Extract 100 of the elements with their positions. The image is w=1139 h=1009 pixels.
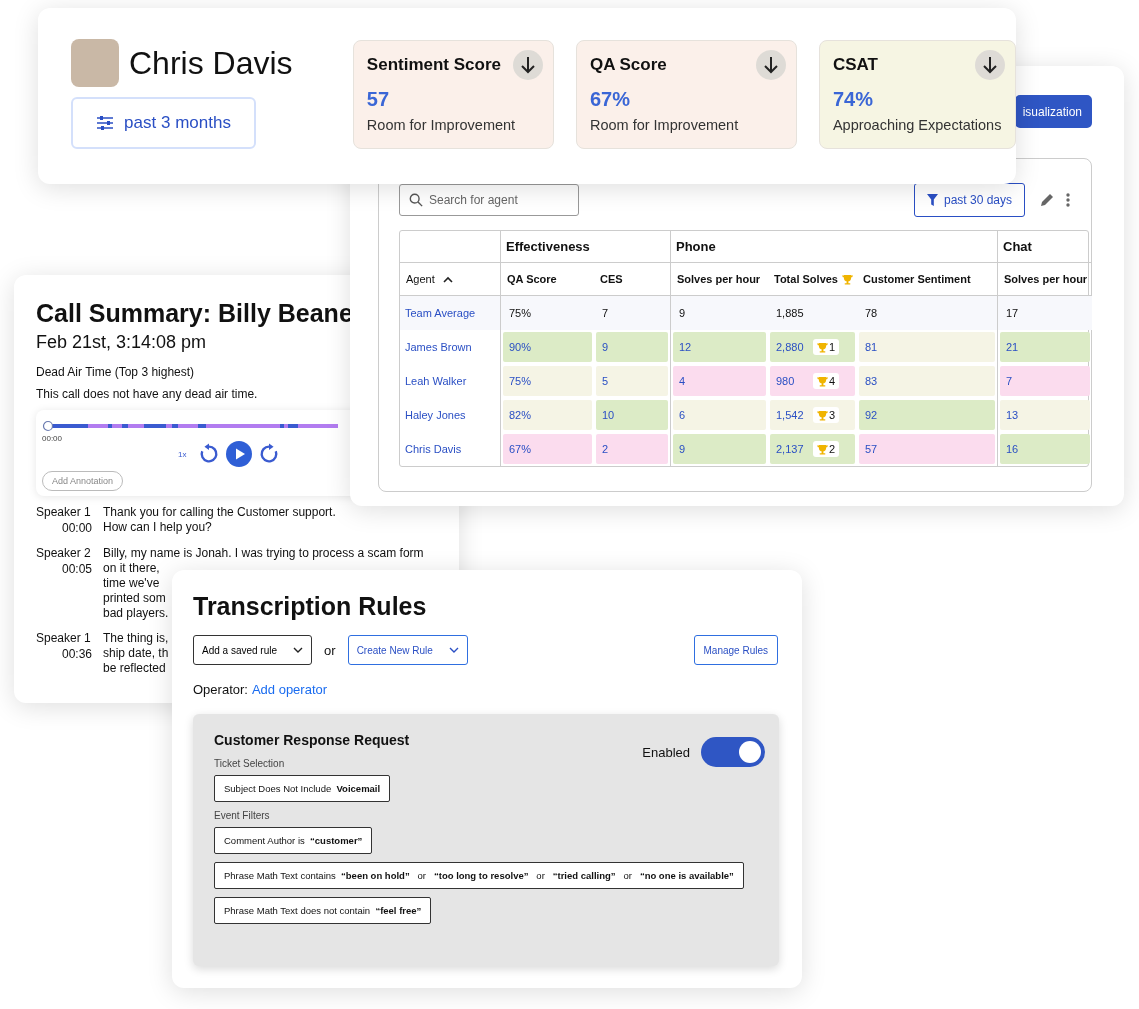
- cell-value: 6: [679, 409, 686, 421]
- chevron-down-icon: [293, 647, 304, 653]
- section-label: Ticket Selection: [214, 758, 286, 769]
- search-field[interactable]: Search for agent: [399, 184, 579, 216]
- filter-chip[interactable]: Comment Author is “customer”: [214, 827, 373, 854]
- cell-value: 12: [679, 341, 692, 353]
- cell-value: 7: [602, 307, 609, 319]
- transcript-line: be reflected: [103, 661, 166, 676]
- cell-value: 82%: [509, 409, 532, 421]
- filter-icon: [926, 194, 938, 206]
- metric-title: QA Score: [589, 55, 667, 75]
- rank-number: 4: [828, 375, 835, 387]
- arrow-down-icon[interactable]: [755, 50, 786, 80]
- column-group-header: Phone: [676, 239, 716, 254]
- metric-title: Sentiment Score: [366, 55, 501, 75]
- metric-value: 67%: [589, 88, 631, 111]
- more-icon[interactable]: [1065, 192, 1071, 208]
- filter-chip[interactable]: Phrase Math Text contains “been on hold” or “too long to resolve” or “tried calling” or “no one is available”: [214, 862, 744, 889]
- cell-value: 2: [602, 443, 609, 455]
- avatar-placeholder: [71, 39, 119, 87]
- cell-value: 9: [679, 443, 686, 455]
- trophy-icon: [842, 273, 853, 285]
- section-label: Event Filters: [214, 810, 271, 821]
- transcript-line: bad players.: [103, 606, 169, 621]
- transcript-line: ship date, th: [103, 646, 169, 661]
- rank-number: 1: [828, 341, 835, 353]
- add-annotation-button[interactable]: Add Annotation: [42, 471, 124, 491]
- cell-value: 1,542: [776, 409, 804, 421]
- create-rule-dropdown[interactable]: Create New Rule: [347, 635, 468, 665]
- add-operator-link[interactable]: Add operator: [251, 682, 328, 697]
- cell-value: 7: [1006, 375, 1013, 387]
- or-label: or: [324, 642, 336, 658]
- transcript-line: Billy, my name is Jonah. I was trying to process a scam form: [103, 546, 424, 561]
- speed-button[interactable]: 1x: [178, 449, 187, 459]
- cell-value: 2,137: [776, 443, 804, 455]
- cell-value: 10: [602, 409, 615, 421]
- column-header[interactable]: Agent: [406, 273, 435, 285]
- cell-value: 2,880: [776, 341, 804, 353]
- column-header[interactable]: Solves per hour: [1004, 273, 1088, 285]
- playback-time: 00:00: [42, 434, 64, 443]
- saved-rule-dropdown[interactable]: Add a saved rule: [193, 635, 313, 665]
- transcript-line: Thank you for calling the Customer support.: [103, 505, 336, 520]
- arrow-down-icon[interactable]: [512, 50, 543, 80]
- search-icon: [409, 193, 423, 207]
- arrow-down-icon[interactable]: [975, 50, 1005, 80]
- agent-link[interactable]: Leah Walker: [405, 375, 467, 387]
- speaker-timestamp: 00:00: [61, 521, 92, 536]
- edit-icon[interactable]: [1039, 192, 1055, 208]
- speaker-timestamp: 00:05: [61, 562, 92, 577]
- cell-value: 980: [776, 375, 795, 387]
- call-datetime: Feb 21st, 3:14:08 pm: [36, 331, 207, 354]
- cell-value: 21: [1006, 341, 1019, 353]
- period-filter-button[interactable]: past 30 days: [913, 183, 1025, 217]
- trophy-icon: [816, 409, 828, 421]
- speaker-timestamp: 00:36: [61, 647, 92, 662]
- cell-value: 75%: [509, 307, 532, 319]
- cell-value: 5: [602, 375, 609, 387]
- trophy-icon: [816, 443, 828, 455]
- metric-caption: Approaching Expectations: [832, 117, 1003, 133]
- play-icon[interactable]: [226, 441, 253, 467]
- cell-value: 83: [865, 375, 878, 387]
- cell-value: 13: [1006, 409, 1019, 421]
- metric-value: 57: [366, 88, 391, 111]
- filter-chip[interactable]: Phrase Math Text does not contain “feel free”: [214, 897, 432, 924]
- column-group-header: Effectiveness: [506, 239, 590, 254]
- cell-value: 92: [865, 409, 878, 421]
- speaker-label: Speaker 1: [36, 631, 91, 646]
- enabled-label: Enabled: [642, 744, 690, 760]
- column-header[interactable]: Solves per hour: [677, 273, 761, 285]
- column-header[interactable]: QA Score: [507, 273, 557, 285]
- metric-caption: Room for Improvement: [589, 117, 740, 133]
- trophy-icon: [816, 341, 828, 353]
- filter-chip[interactable]: Subject Does Not Include Voicemail: [214, 775, 391, 802]
- transcript-line: time we've: [103, 576, 160, 591]
- agent-link[interactable]: Chris Davis: [405, 443, 462, 455]
- visualization-button[interactable]: isualization: [1014, 95, 1092, 128]
- sort-caret-icon[interactable]: [442, 275, 453, 283]
- chevron-down-icon: [448, 647, 459, 653]
- column-group-header: Chat: [1003, 239, 1032, 254]
- column-header[interactable]: Total Solves: [774, 273, 838, 285]
- agent-link[interactable]: James Brown: [405, 341, 472, 353]
- cell-value: 9: [602, 341, 609, 353]
- agent-link[interactable]: Haley Jones: [405, 409, 466, 421]
- manage-rules-button[interactable]: Manage Rules: [693, 635, 778, 665]
- speaker-label: Speaker 1: [36, 505, 91, 520]
- cell-value: 16: [1006, 443, 1019, 455]
- cell-value: 67%: [509, 443, 532, 455]
- transcript-line: on it there,: [103, 561, 160, 576]
- cell-value: 1,885: [776, 307, 804, 319]
- sliders-icon: [96, 115, 115, 131]
- agent-name: Chris Davis: [129, 44, 293, 82]
- column-header[interactable]: CES: [600, 273, 623, 285]
- column-header[interactable]: Customer Sentiment: [863, 273, 971, 285]
- operator-label: Operator:: [193, 682, 248, 697]
- enabled-toggle[interactable]: [701, 737, 765, 767]
- transcript-line: How can I help you?: [103, 520, 212, 535]
- cell-value: 75%: [509, 375, 532, 387]
- transcript-line: The thing is,: [103, 631, 169, 646]
- period-button[interactable]: past 3 months: [71, 97, 256, 149]
- rule-name: Customer Response Request: [214, 732, 410, 748]
